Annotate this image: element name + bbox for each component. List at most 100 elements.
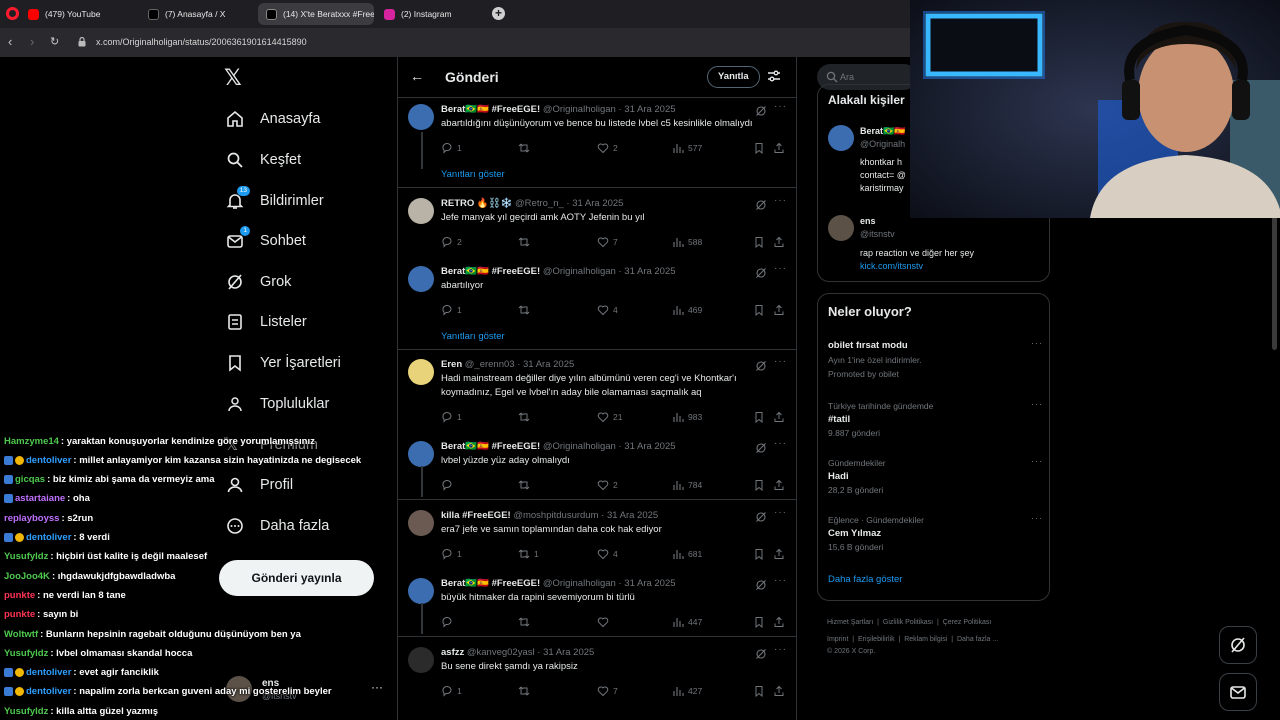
reply-button[interactable] bbox=[441, 479, 457, 491]
like-button[interactable]: 4 bbox=[597, 304, 618, 316]
author-name[interactable]: Berat🇧🇷🇪🇸 #FreeEGE! bbox=[441, 578, 540, 589]
sidebar-item-notifications[interactable]: 13 Bildirimler bbox=[226, 186, 324, 216]
grok-icon[interactable] bbox=[755, 441, 767, 453]
more-icon[interactable]: ··· bbox=[774, 101, 787, 112]
grok-icon[interactable] bbox=[755, 104, 767, 116]
share-button[interactable] bbox=[773, 479, 785, 491]
tweet-date[interactable]: 31 Ara 2025 bbox=[624, 578, 675, 589]
back-icon[interactable]: ‹ bbox=[8, 35, 12, 49]
bookmark-button[interactable] bbox=[753, 236, 765, 248]
avatar[interactable] bbox=[408, 266, 434, 292]
bookmark-button[interactable] bbox=[753, 685, 765, 697]
like-button[interactable]: 21 bbox=[597, 411, 622, 423]
trend-item[interactable]: Türkiye tarihinde gündemde #tatil 9.887 … bbox=[828, 399, 1043, 438]
more-icon[interactable]: ··· bbox=[1031, 338, 1043, 348]
post-button[interactable]: Gönderi yayınla bbox=[219, 560, 374, 596]
bookmark-button[interactable] bbox=[753, 411, 765, 423]
avatar[interactable] bbox=[408, 578, 434, 604]
avatar[interactable] bbox=[408, 104, 434, 130]
reply-button[interactable]: Yanıtla bbox=[707, 66, 760, 88]
sliders-icon[interactable] bbox=[767, 69, 781, 83]
avatar[interactable] bbox=[408, 198, 434, 224]
author-name[interactable]: killa #FreeEGE! bbox=[441, 510, 511, 521]
bookmark-button[interactable] bbox=[753, 548, 765, 560]
tab-youtube[interactable]: (479) YouTube bbox=[20, 3, 138, 25]
author-name[interactable]: Eren bbox=[441, 359, 462, 370]
trend-item[interactable]: obilet fırsat modu Ayın 1'ine özel indir… bbox=[828, 338, 1043, 379]
like-button[interactable] bbox=[597, 616, 613, 628]
author-name[interactable]: asfzz bbox=[441, 647, 464, 658]
author-name[interactable]: Berat🇧🇷🇪🇸 #FreeEGE! bbox=[441, 266, 540, 277]
footer-link[interactable]: Hizmet Şartları bbox=[827, 619, 873, 626]
bookmark-button[interactable] bbox=[753, 616, 765, 628]
sidebar-item-communities[interactable]: Topluluklar bbox=[226, 389, 329, 419]
grok-icon[interactable] bbox=[755, 578, 767, 590]
related-user[interactable]: ens @itsnstv rap reaction ve diğer her ş… bbox=[828, 215, 1048, 275]
retweet-button[interactable] bbox=[518, 236, 534, 248]
sidebar-item-profile[interactable]: Profil bbox=[226, 470, 293, 500]
share-button[interactable] bbox=[773, 411, 785, 423]
tweet-date[interactable]: 31 Ara 2025 bbox=[572, 198, 623, 209]
reply-button[interactable]: 1 bbox=[441, 685, 462, 697]
author-handle[interactable]: @Originalholigan bbox=[543, 578, 616, 589]
tweet-date[interactable]: 31 Ara 2025 bbox=[523, 359, 574, 370]
avatar[interactable] bbox=[408, 359, 434, 385]
reply-button[interactable]: 1 bbox=[441, 548, 462, 560]
retweet-button[interactable] bbox=[518, 616, 534, 628]
sidebar-item-chat[interactable]: 1 Sohbet bbox=[226, 226, 306, 256]
share-button[interactable] bbox=[773, 685, 785, 697]
avatar[interactable] bbox=[408, 441, 434, 467]
author-name[interactable]: Berat🇧🇷🇪🇸 #FreeEGE! bbox=[441, 441, 540, 452]
reply-button[interactable] bbox=[441, 616, 457, 628]
grok-icon[interactable] bbox=[755, 647, 767, 659]
tweet[interactable]: RETRO 🔥⛓️❄️ @Retro_n_ · 31 Ara 2025 ··· Je… bbox=[398, 195, 796, 256]
tweet-date[interactable]: 31 Ara 2025 bbox=[543, 647, 594, 658]
views-button[interactable]: 469 bbox=[672, 304, 702, 316]
more-icon[interactable]: ··· bbox=[774, 644, 787, 655]
bio-link[interactable]: kick.com/itsnstv bbox=[860, 260, 1050, 273]
trend-item[interactable]: Eğlence · Gündemdekiler Cem Yılmaz 15,6 … bbox=[828, 513, 1043, 552]
tab-instagram[interactable]: (2) Instagram bbox=[376, 3, 488, 25]
tweet[interactable]: Berat🇧🇷🇪🇸 #FreeEGE! @Originalholigan · 3… bbox=[398, 575, 796, 636]
like-button[interactable]: 2 bbox=[597, 479, 618, 491]
bookmark-button[interactable] bbox=[753, 304, 765, 316]
back-arrow-icon[interactable]: ← bbox=[410, 68, 424, 84]
footer-link[interactable]: Erişilebilirlik bbox=[858, 636, 895, 643]
show-more-link[interactable]: Daha fazla göster bbox=[828, 574, 902, 585]
url-field[interactable]: x.com/Originalholigan/status/20063619016… bbox=[96, 37, 307, 47]
avatar[interactable] bbox=[408, 510, 434, 536]
tab-x-home[interactable]: (7) Anasayfa / X bbox=[140, 3, 256, 25]
tab-x-post[interactable]: (14) X'te Beratxxx #FreeE bbox=[258, 3, 374, 25]
footer-link[interactable]: Gizlilik Politikası bbox=[883, 619, 933, 626]
retweet-button[interactable] bbox=[518, 411, 534, 423]
author-handle[interactable]: @Originalholigan bbox=[543, 441, 616, 452]
more-icon[interactable]: ··· bbox=[371, 680, 383, 694]
retweet-button[interactable] bbox=[518, 142, 534, 154]
tweet-date[interactable]: 31 Ara 2025 bbox=[624, 266, 675, 277]
opera-logo-icon[interactable] bbox=[6, 7, 19, 20]
reply-button[interactable]: 1 bbox=[441, 304, 462, 316]
author-name[interactable]: RETRO 🔥⛓️❄️ bbox=[441, 198, 512, 209]
author-name[interactable]: Berat🇧🇷🇪🇸 #FreeEGE! bbox=[441, 104, 540, 115]
tweet-date[interactable]: 31 Ara 2025 bbox=[607, 510, 658, 521]
author-handle[interactable]: @Originalholigan bbox=[543, 104, 616, 115]
views-button[interactable]: 681 bbox=[672, 548, 702, 560]
sidebar-item-bookmarks[interactable]: Yer İşaretleri bbox=[226, 348, 341, 378]
sidebar-item-grok[interactable]: Grok bbox=[226, 267, 291, 297]
tweet[interactable]: asfzz @kanveg02yasl · 31 Ara 2025 ··· Bu s… bbox=[398, 644, 796, 705]
show-replies-link[interactable]: Yanıtları göster bbox=[441, 169, 505, 180]
footer-link[interactable]: Çerez Politikası bbox=[943, 619, 992, 626]
more-icon[interactable]: ··· bbox=[774, 507, 787, 518]
more-icon[interactable]: ··· bbox=[774, 356, 787, 367]
new-tab-icon[interactable]: + bbox=[492, 7, 505, 20]
retweet-button[interactable] bbox=[518, 685, 534, 697]
tweet-date[interactable]: 31 Ara 2025 bbox=[624, 441, 675, 452]
x-logo-icon[interactable]: 𝕏 bbox=[224, 66, 242, 91]
more-icon[interactable]: ··· bbox=[774, 195, 787, 206]
author-handle[interactable]: @Originalholigan bbox=[543, 266, 616, 277]
share-button[interactable] bbox=[773, 236, 785, 248]
retweet-button[interactable]: 1 bbox=[518, 548, 539, 560]
footer-link[interactable]: Daha fazla ... bbox=[957, 636, 998, 643]
author-handle[interactable]: @Retro_n_ bbox=[515, 198, 564, 209]
views-button[interactable]: 577 bbox=[672, 142, 702, 154]
